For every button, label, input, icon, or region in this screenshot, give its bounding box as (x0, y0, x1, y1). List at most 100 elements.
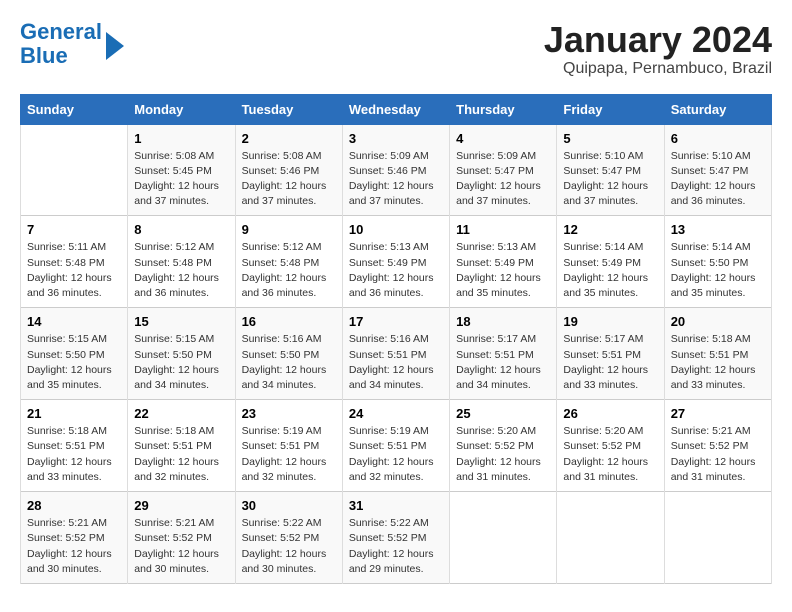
sunrise-text: Sunrise: 5:09 AM (349, 150, 429, 162)
logo-arrow-icon (106, 32, 124, 60)
day-number: 24 (349, 406, 443, 421)
sunset-text: Sunset: 5:51 PM (456, 349, 534, 361)
sunset-text: Sunset: 5:45 PM (134, 165, 212, 177)
sunset-text: Sunset: 5:50 PM (27, 349, 105, 361)
day-info: Sunrise: 5:15 AMSunset: 5:50 PMDaylight:… (27, 332, 121, 393)
header-tuesday: Tuesday (235, 94, 342, 124)
sunrise-text: Sunrise: 5:08 AM (242, 150, 322, 162)
daylight-text-2: and 32 minutes. (134, 471, 209, 483)
day-info: Sunrise: 5:09 AMSunset: 5:47 PMDaylight:… (456, 149, 550, 210)
day-info: Sunrise: 5:08 AMSunset: 5:45 PMDaylight:… (134, 149, 228, 210)
header-thursday: Thursday (450, 94, 557, 124)
sunset-text: Sunset: 5:52 PM (349, 532, 427, 544)
title-block: January 2024 Quipapa, Pernambuco, Brazil (544, 20, 772, 78)
daylight-text-2: and 31 minutes. (456, 471, 531, 483)
daylight-text: Daylight: 12 hours (242, 364, 327, 376)
day-number: 19 (563, 314, 657, 329)
day-number: 26 (563, 406, 657, 421)
day-info: Sunrise: 5:16 AMSunset: 5:50 PMDaylight:… (242, 332, 336, 393)
sunrise-text: Sunrise: 5:17 AM (563, 333, 643, 345)
day-number: 16 (242, 314, 336, 329)
daylight-text-2: and 29 minutes. (349, 563, 424, 575)
daylight-text: Daylight: 12 hours (242, 456, 327, 468)
sunset-text: Sunset: 5:49 PM (456, 257, 534, 269)
daylight-text: Daylight: 12 hours (671, 456, 756, 468)
calendar-cell: 4 Sunrise: 5:09 AMSunset: 5:47 PMDaylight… (450, 124, 557, 216)
day-info: Sunrise: 5:14 AMSunset: 5:49 PMDaylight:… (563, 240, 657, 301)
daylight-text: Daylight: 12 hours (563, 456, 648, 468)
daylight-text: Daylight: 12 hours (349, 272, 434, 284)
header-monday: Monday (128, 94, 235, 124)
daylight-text-2: and 33 minutes. (563, 379, 638, 391)
header-wednesday: Wednesday (342, 94, 449, 124)
daylight-text: Daylight: 12 hours (134, 364, 219, 376)
day-info: Sunrise: 5:21 AMSunset: 5:52 PMDaylight:… (134, 516, 228, 577)
sunset-text: Sunset: 5:52 PM (242, 532, 320, 544)
daylight-text-2: and 37 minutes. (456, 195, 531, 207)
daylight-text-2: and 35 minutes. (671, 287, 746, 299)
calendar-week-3: 14Sunrise: 5:15 AMSunset: 5:50 PMDayligh… (21, 308, 772, 400)
calendar-cell: 3Sunrise: 5:09 AMSunset: 5:46 PMDaylight… (342, 124, 449, 216)
calendar-cell (664, 492, 771, 584)
day-number: 9 (242, 222, 336, 237)
calendar-cell: 7Sunrise: 5:11 AMSunset: 5:48 PMDaylight… (21, 216, 128, 308)
daylight-text-2: and 37 minutes. (242, 195, 317, 207)
sunset-text: Sunset: 5:48 PM (27, 257, 105, 269)
sunrise-text: Sunrise: 5:21 AM (134, 517, 214, 529)
day-info: Sunrise: 5:17 AMSunset: 5:51 PMDaylight:… (456, 332, 550, 393)
day-info: Sunrise: 5:22 AMSunset: 5:52 PMDaylight:… (242, 516, 336, 577)
day-number: 5 (563, 131, 657, 146)
daylight-text-2: and 36 minutes. (671, 195, 746, 207)
day-info: Sunrise: 5:09 AMSunset: 5:46 PMDaylight:… (349, 149, 443, 210)
logo-line2: Blue (20, 43, 68, 68)
daylight-text: Daylight: 12 hours (349, 456, 434, 468)
daylight-text: Daylight: 12 hours (134, 272, 219, 284)
day-info: Sunrise: 5:08 AMSunset: 5:46 PMDaylight:… (242, 149, 336, 210)
calendar-cell: 19 Sunrise: 5:17 AMSunset: 5:51 PMDayligh… (557, 308, 664, 400)
sunset-text: Sunset: 5:52 PM (456, 440, 534, 452)
calendar-cell: 27Sunrise: 5:21 AMSunset: 5:52 PMDayligh… (664, 400, 771, 492)
daylight-text: Daylight: 12 hours (671, 180, 756, 192)
daylight-text: Daylight: 12 hours (134, 180, 219, 192)
day-number: 14 (27, 314, 121, 329)
calendar-cell: 2 Sunrise: 5:08 AMSunset: 5:46 PMDaylight… (235, 124, 342, 216)
calendar-cell: 29Sunrise: 5:21 AMSunset: 5:52 PMDayligh… (128, 492, 235, 584)
daylight-text: Daylight: 12 hours (456, 272, 541, 284)
calendar-cell: 9Sunrise: 5:12 AMSunset: 5:48 PMDaylight… (235, 216, 342, 308)
sunrise-text: Sunrise: 5:18 AM (671, 333, 751, 345)
daylight-text-2: and 37 minutes. (349, 195, 424, 207)
daylight-text-2: and 31 minutes. (671, 471, 746, 483)
day-number: 2 (242, 131, 336, 146)
sunset-text: Sunset: 5:50 PM (671, 257, 749, 269)
sunrise-text: Sunrise: 5:21 AM (671, 425, 751, 437)
daylight-text: Daylight: 12 hours (134, 548, 219, 560)
day-number: 31 (349, 498, 443, 513)
sunset-text: Sunset: 5:49 PM (563, 257, 641, 269)
day-info: Sunrise: 5:22 AMSunset: 5:52 PMDaylight:… (349, 516, 443, 577)
calendar-cell: 5Sunrise: 5:10 AMSunset: 5:47 PMDaylight… (557, 124, 664, 216)
logo-line1: General (20, 19, 102, 44)
calendar-cell: 14 Sunrise: 5:15 AMSunset: 5:50 PMDayligh… (21, 308, 128, 400)
page-header: General Blue January 2024 Quipapa, Perna… (20, 20, 772, 78)
daylight-text: Daylight: 12 hours (242, 548, 327, 560)
daylight-text: Daylight: 12 hours (134, 456, 219, 468)
sunset-text: Sunset: 5:52 PM (27, 532, 105, 544)
calendar-cell: 1Sunrise: 5:08 AMSunset: 5:45 PMDaylight… (128, 124, 235, 216)
daylight-text: Daylight: 12 hours (27, 548, 112, 560)
day-info: Sunrise: 5:19 AMSunset: 5:51 PMDaylight:… (349, 424, 443, 485)
day-number: 28 (27, 498, 121, 513)
day-number: 23 (242, 406, 336, 421)
calendar-cell: 11Sunrise: 5:13 AMSunset: 5:49 PMDayligh… (450, 216, 557, 308)
daylight-text-2: and 34 minutes. (134, 379, 209, 391)
calendar-cell: 18Sunrise: 5:17 AMSunset: 5:51 PMDayligh… (450, 308, 557, 400)
day-number: 4 (456, 131, 550, 146)
day-info: Sunrise: 5:13 AMSunset: 5:49 PMDaylight:… (456, 240, 550, 301)
daylight-text: Daylight: 12 hours (563, 180, 648, 192)
sunrise-text: Sunrise: 5:15 AM (134, 333, 214, 345)
daylight-text-2: and 30 minutes. (134, 563, 209, 575)
daylight-text-2: and 30 minutes. (242, 563, 317, 575)
sunset-text: Sunset: 5:51 PM (27, 440, 105, 452)
daylight-text-2: and 37 minutes. (563, 195, 638, 207)
daylight-text-2: and 31 minutes. (563, 471, 638, 483)
day-info: Sunrise: 5:17 AMSunset: 5:51 PMDaylight:… (563, 332, 657, 393)
